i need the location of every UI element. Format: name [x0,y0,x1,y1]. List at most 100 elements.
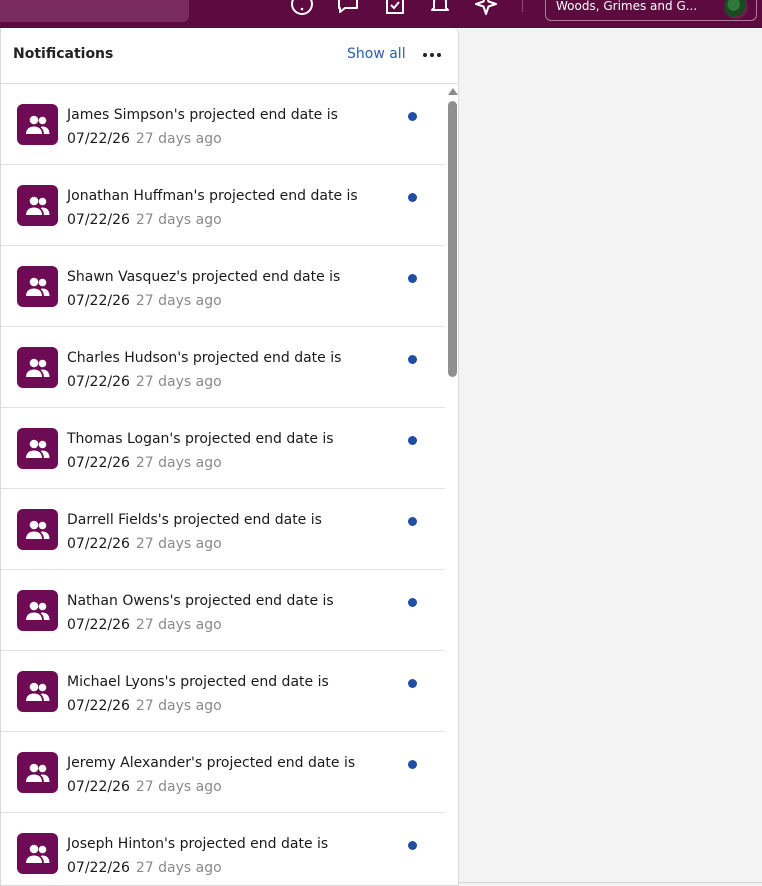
notification-message: Joseph Hinton's projected end date is [67,836,329,852]
notification-time-ago: 27 days ago [135,374,222,390]
notification-message: Michael Lyons's projected end date is [67,674,329,690]
notification-time-ago: 27 days ago [135,293,222,309]
notification-message: Jeremy Alexander's projected end date is [67,755,356,771]
notification-item[interactable]: Thomas Logan's projected end date is 07/… [1,408,445,489]
notification-text: James Simpson's projected end date is 07… [67,103,387,151]
scroll-thumb[interactable] [448,101,457,377]
notification-date: 07/22/26 [67,617,130,633]
more-dot [437,53,441,57]
notification-message: Jonathan Huffman's projected end date is [67,188,358,204]
notification-time-ago: 27 days ago [135,131,222,147]
notification-date: 07/22/26 [67,698,130,714]
org-avatar [724,0,748,19]
notification-message: Charles Hudson's projected end date is [67,350,342,366]
main-content-area [459,28,762,886]
search-box[interactable] [0,0,189,22]
notification-meta: 07/22/26 27 days ago [67,208,387,232]
tasks-icon[interactable] [383,0,407,16]
more-dot [423,53,427,57]
notification-time-ago: 27 days ago [135,617,222,633]
notification-time-ago: 27 days ago [135,212,222,228]
notification-meta: 07/22/26 27 days ago [67,856,387,880]
help-icon[interactable] [290,0,314,16]
notification-time-ago: 27 days ago [135,860,222,876]
notification-meta: 07/22/26 27 days ago [67,613,387,637]
unread-indicator [408,193,417,202]
team-icon [17,428,58,469]
notification-item[interactable]: Michael Lyons's projected end date is 07… [1,651,445,732]
team-icon [17,671,58,712]
notification-meta: 07/22/26 27 days ago [67,451,387,475]
notification-meta: 07/22/26 27 days ago [67,532,387,556]
notification-text: Nathan Owens's projected end date is 07/… [67,589,387,637]
panel-header: Notifications Show all [1,28,459,84]
show-all-link[interactable]: Show all [347,46,406,62]
notification-date: 07/22/26 [67,212,130,228]
org-switcher[interactable]: Woods, Grimes and G... [545,0,757,21]
notifications-panel: Notifications Show all James Simpson's p… [0,28,459,886]
team-icon [17,104,58,145]
unread-indicator [408,436,417,445]
panel-title: Notifications [13,46,114,62]
notification-meta: 07/22/26 27 days ago [67,775,387,799]
unread-indicator [408,112,417,121]
notification-text: Jeremy Alexander's projected end date is… [67,751,387,799]
notification-meta: 07/22/26 27 days ago [67,127,387,151]
notification-text: Shawn Vasquez's projected end date is 07… [67,265,387,313]
notification-date: 07/22/26 [67,779,130,795]
team-icon [17,266,58,307]
topbar-divider [522,0,523,12]
notification-message: Shawn Vasquez's projected end date is [67,269,341,285]
team-icon [17,347,58,388]
notification-message: Nathan Owens's projected end date is [67,593,334,609]
notification-date: 07/22/26 [67,374,130,390]
team-icon [17,752,58,793]
notification-time-ago: 27 days ago [135,536,222,552]
team-icon [17,590,58,631]
unread-indicator [408,355,417,364]
notification-message: Thomas Logan's projected end date is [67,431,334,447]
notification-item[interactable]: Jeremy Alexander's projected end date is… [1,732,445,813]
notification-text: Thomas Logan's projected end date is 07/… [67,427,387,475]
more-options-button[interactable] [421,45,443,65]
notification-message: Darrell Fields's projected end date is [67,512,322,528]
unread-indicator [408,841,417,850]
notification-item[interactable]: Darrell Fields's projected end date is 0… [1,489,445,570]
notification-time-ago: 27 days ago [135,698,222,714]
top-app-bar: Woods, Grimes and G... [0,0,762,28]
team-icon [17,509,58,550]
notification-item[interactable]: Joseph Hinton's projected end date is 07… [1,813,445,886]
unread-indicator [408,274,417,283]
notification-item[interactable]: James Simpson's projected end date is 07… [1,84,445,165]
org-name: Woods, Grimes and G... [556,0,698,13]
notification-date: 07/22/26 [67,455,130,471]
notification-text: Jonathan Huffman's projected end date is… [67,184,387,232]
scroll-up-arrow-icon[interactable] [448,88,458,95]
notification-text: Joseph Hinton's projected end date is 07… [67,832,387,880]
unread-indicator [408,760,417,769]
notification-text: Michael Lyons's projected end date is 07… [67,670,387,718]
notification-meta: 07/22/26 27 days ago [67,370,387,394]
notification-item[interactable]: Charles Hudson's projected end date is 0… [1,327,445,408]
chat-icon[interactable] [336,0,360,16]
notification-date: 07/22/26 [67,131,130,147]
content-divider [459,882,762,883]
unread-indicator [408,517,417,526]
notification-date: 07/22/26 [67,860,130,876]
notification-list: James Simpson's projected end date is 07… [1,84,445,886]
notification-text: Darrell Fields's projected end date is 0… [67,508,387,556]
notification-time-ago: 27 days ago [135,455,222,471]
notification-text: Charles Hudson's projected end date is 0… [67,346,387,394]
unread-indicator [408,679,417,688]
notification-item[interactable]: Nathan Owens's projected end date is 07/… [1,570,445,651]
team-icon [17,833,58,874]
notification-item[interactable]: Shawn Vasquez's projected end date is 07… [1,246,445,327]
notification-item[interactable]: Jonathan Huffman's projected end date is… [1,165,445,246]
bell-icon[interactable] [428,0,452,16]
team-icon [17,185,58,226]
unread-indicator [408,598,417,607]
notification-date: 07/22/26 [67,293,130,309]
notification-meta: 07/22/26 27 days ago [67,694,387,718]
sparkle-icon[interactable] [474,0,498,16]
notification-scrollbar[interactable] [446,84,459,886]
